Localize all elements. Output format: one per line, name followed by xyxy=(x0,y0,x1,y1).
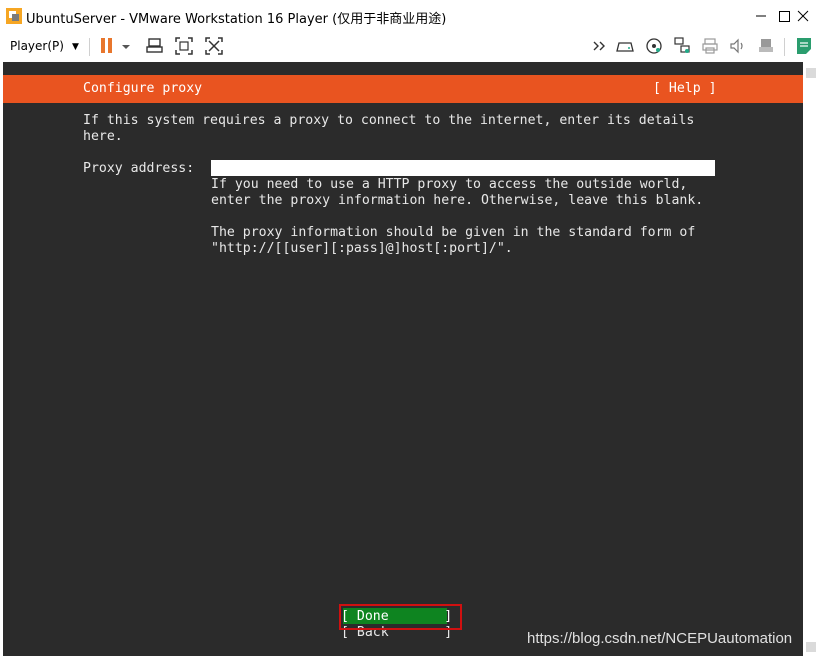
vmware-player-icon xyxy=(6,8,22,24)
pause-icon[interactable] xyxy=(97,36,117,56)
intro-text-line2: here. xyxy=(83,129,123,144)
proxy-help-line4: "http://[[user][:pass]@]host[:port]/". xyxy=(211,241,513,256)
more-icon[interactable] xyxy=(590,36,610,56)
player-menu-label: Player(P) xyxy=(10,39,64,53)
proxy-address-input[interactable] xyxy=(211,160,715,176)
close-button[interactable] xyxy=(790,0,818,32)
watermark: https://blog.csdn.net/NCEPUautomation xyxy=(527,630,793,647)
scroll-down-button[interactable] xyxy=(806,642,816,652)
page-title: Configure proxy xyxy=(83,81,203,96)
send-ctrl-alt-del-icon[interactable] xyxy=(145,36,165,56)
toolbar-divider xyxy=(784,38,785,56)
help-button[interactable]: [ Help ] xyxy=(653,81,717,97)
network-icon[interactable] xyxy=(672,36,692,56)
window-title: UbuntuServer - VMware Workstation 16 Pla… xyxy=(26,12,447,27)
cd-icon[interactable] xyxy=(644,36,664,56)
fullscreen-icon[interactable] xyxy=(174,36,194,56)
proxy-help-line3: The proxy information should be given in… xyxy=(211,225,696,240)
pause-dropdown-icon[interactable] xyxy=(120,36,132,56)
done-button-focus-outline xyxy=(339,604,462,630)
window-titlebar: UbuntuServer - VMware Workstation 16 Pla… xyxy=(0,0,818,32)
hdd-icon[interactable] xyxy=(616,36,636,56)
printer-icon[interactable] xyxy=(700,36,720,56)
close-icon xyxy=(797,10,809,22)
proxy-help-line2: enter the proxy information here. Otherw… xyxy=(211,193,704,208)
notes-icon[interactable] xyxy=(794,36,814,56)
vm-screen[interactable] xyxy=(3,62,803,656)
sound-icon[interactable] xyxy=(728,36,748,56)
player-menu[interactable]: Player(P) ▼ xyxy=(10,36,79,56)
player-toolbar: Player(P) ▼ xyxy=(0,32,818,60)
intro-text-line1: If this system requires a proxy to conne… xyxy=(83,113,695,128)
proxy-help-line1: If you need to use a HTTP proxy to acces… xyxy=(211,177,688,192)
unity-icon[interactable] xyxy=(204,36,224,56)
toolbar-divider xyxy=(89,38,90,56)
scroll-up-button[interactable] xyxy=(806,68,816,78)
chevron-down-icon: ▼ xyxy=(71,42,79,52)
usb-icon[interactable] xyxy=(756,36,776,56)
scrollbar[interactable] xyxy=(803,62,818,659)
proxy-address-label: Proxy address: xyxy=(83,161,195,176)
